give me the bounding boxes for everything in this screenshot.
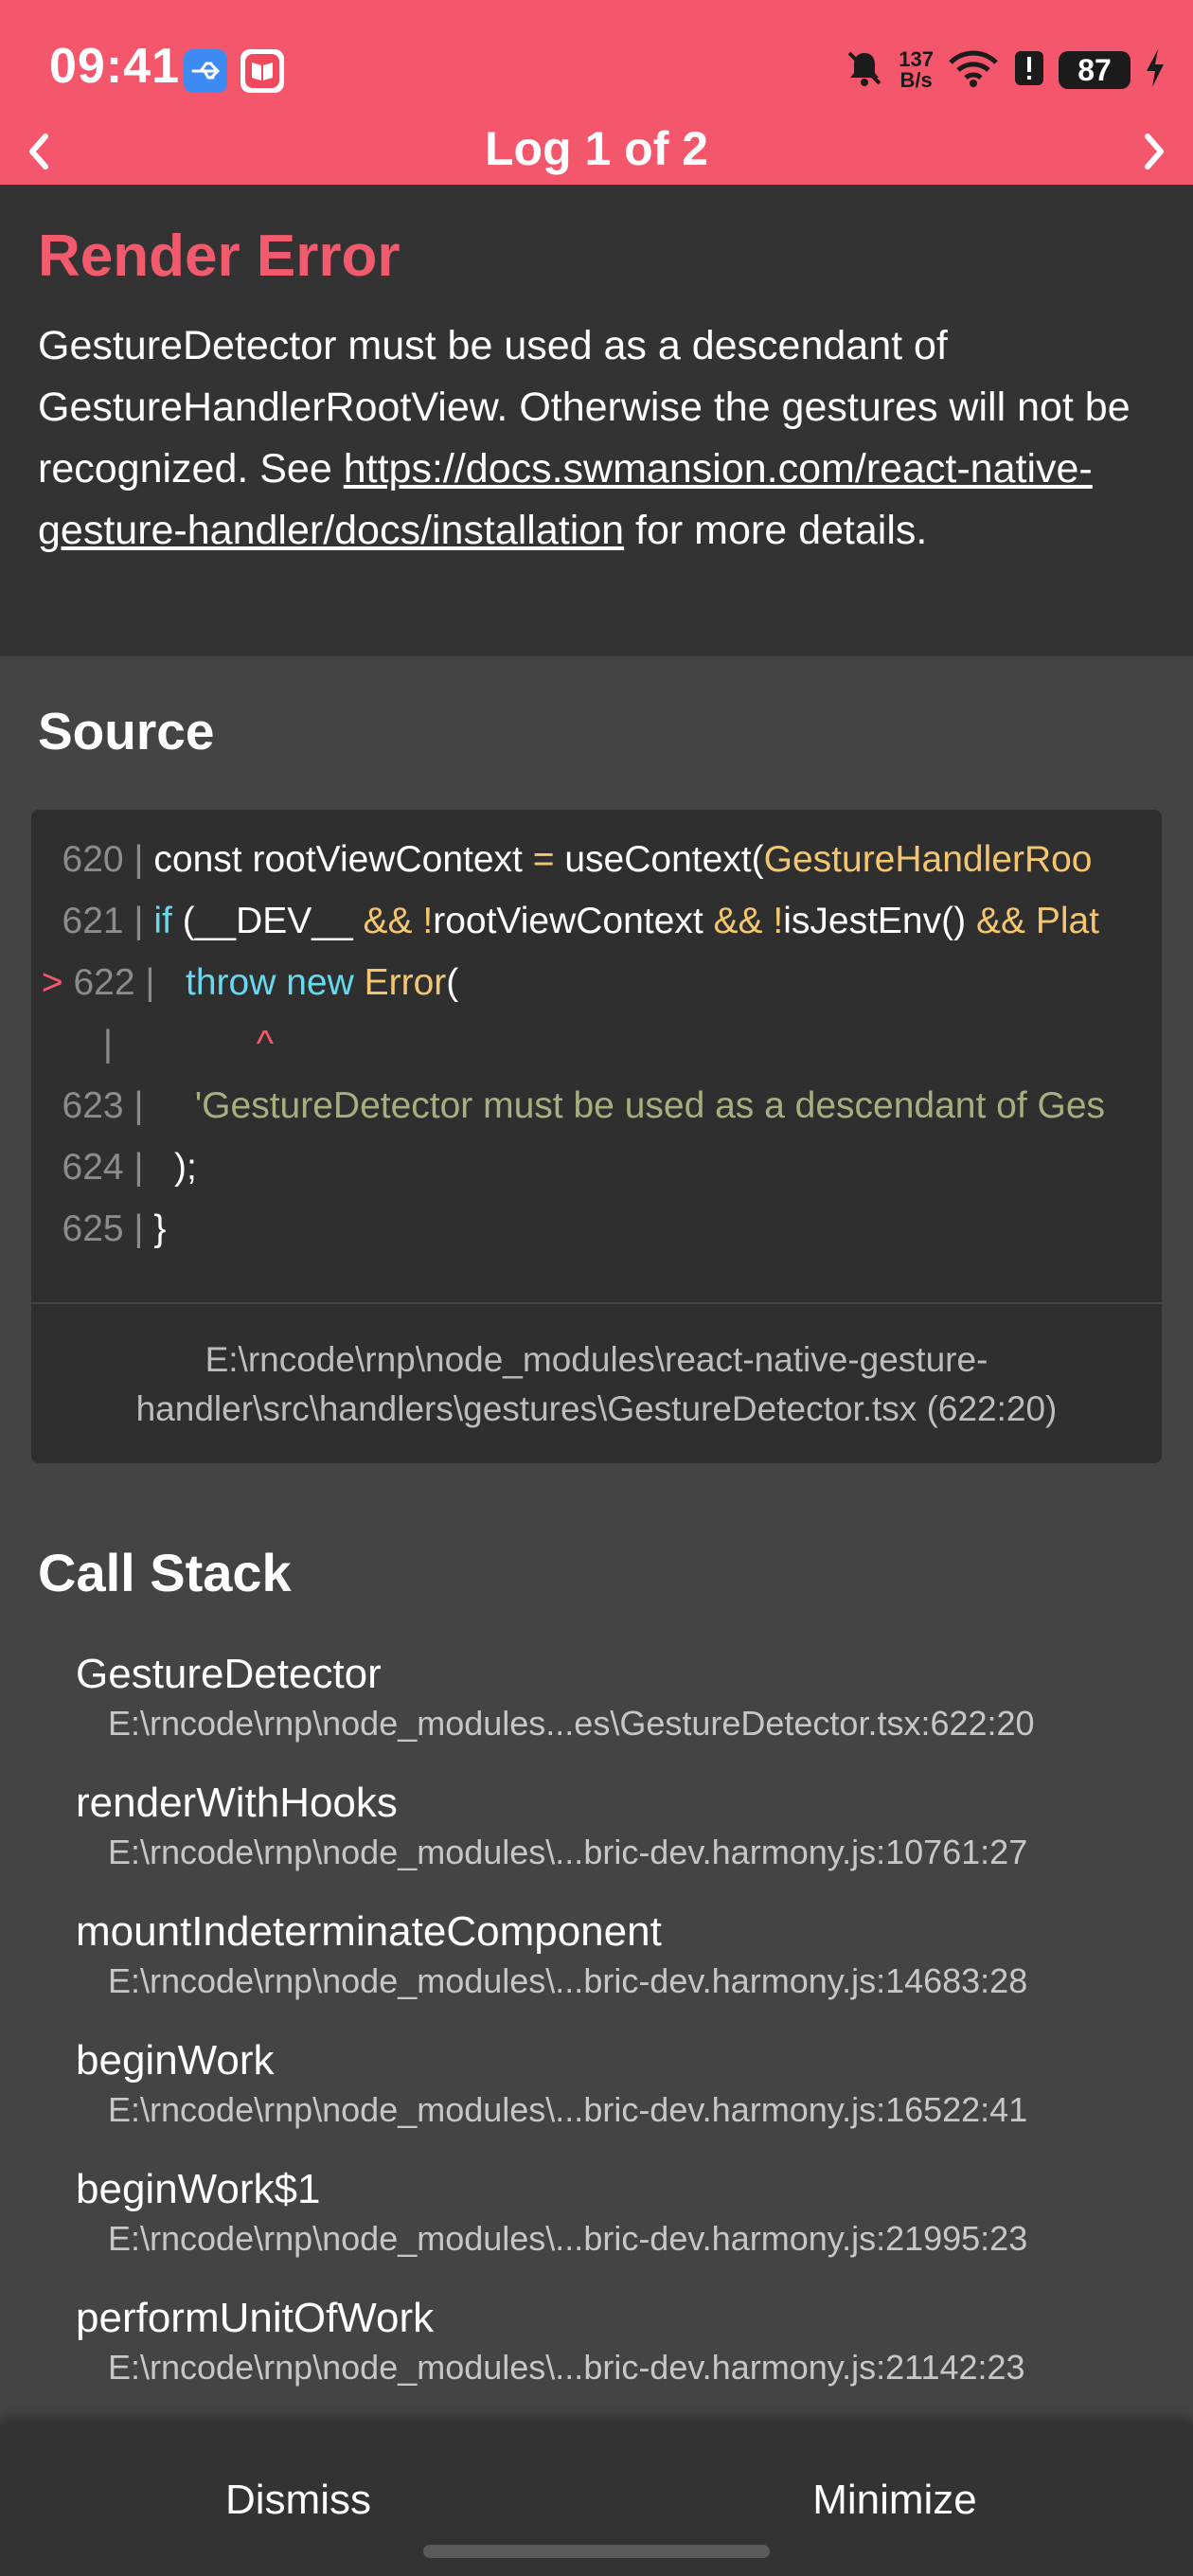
code-token: Error (364, 962, 447, 1003)
usb-icon (184, 49, 227, 93)
code-token: isJestEnv() (783, 901, 976, 941)
code-token: const (153, 839, 253, 880)
error-message: GestureDetector must be used as a descen… (38, 315, 1165, 562)
error-title: Render Error (38, 224, 401, 289)
code-line-number: 620 | (31, 839, 154, 880)
battery-level: 87 (1077, 52, 1112, 87)
code-token: (__DEV__ (182, 901, 364, 941)
code-line-number: 624 | (31, 1147, 154, 1188)
code-token: ! (422, 901, 434, 941)
log-counter-title: Log 1 of 2 (484, 122, 709, 175)
code-line-number: 623 | (31, 1085, 154, 1126)
code-line: | ^ (31, 1013, 1130, 1075)
stack-frame-name: beginWork (76, 2037, 275, 2084)
stack-frame[interactable]: GestureDetector E:\rncode\rnp\node_module… (76, 1648, 1155, 1762)
net-speed-value: 137 (899, 47, 934, 71)
code-token: throw (165, 962, 287, 1003)
stack-frame-name: mountIndeterminateComponent (76, 1908, 662, 1955)
code-token: new (286, 962, 365, 1003)
code-token: = (532, 839, 565, 880)
code-token: ^ (122, 1024, 274, 1064)
stack-frame-name: performUnitOfWork (76, 2295, 435, 2341)
alert-icon (1013, 47, 1045, 94)
error-line-marker: > (31, 962, 74, 1003)
code-line-number: 621 | (31, 901, 154, 941)
stack-frame-name: beginWork$1 (76, 2166, 321, 2212)
code-token: && (713, 901, 774, 941)
call-stack-heading: Call Stack (38, 1543, 292, 1602)
code-line-number: 622 | (73, 962, 166, 1003)
home-indicator[interactable] (423, 2545, 770, 2558)
code-token: ! (773, 901, 784, 941)
code-token: if (153, 901, 183, 941)
stack-frame[interactable]: mountIndeterminateComponent E:\rncode\rnp… (76, 1905, 1155, 2019)
divider (31, 1302, 1162, 1304)
code-token: ); (153, 1147, 197, 1188)
code-line: 625 | } (31, 1198, 1130, 1260)
code-line-number: 625 | (31, 1208, 154, 1249)
stack-frame[interactable]: performUnitOfWork E:\rncode\rnp\node_modu… (76, 2292, 1155, 2406)
code-token: rootViewContext (252, 839, 533, 880)
code-line: 623 | 'GestureDetector must be used as a… (31, 1075, 1130, 1136)
error-header: Render Error GestureDetector must be use… (0, 185, 1193, 656)
status-time: 09:41 (49, 39, 180, 94)
code-token: rootViewContext (433, 901, 714, 941)
code-line: > 622 | throw new Error( (31, 952, 1130, 1013)
code-line: 624 | ); (31, 1136, 1130, 1198)
top-bar: 09:41 137 B/s 87 Log 1 of 2 (0, 0, 1193, 185)
stack-frame-location: E:\rncode\rnp\node_modules\...bric-dev.h… (108, 2348, 1025, 2387)
stack-frame-name: renderWithHooks (76, 1780, 398, 1826)
code-token: && (363, 901, 423, 941)
error-message-suffix: for more details. (624, 508, 928, 553)
code-token: } (153, 1208, 167, 1249)
code-line: 620 | const rootViewContext = useContext… (31, 829, 1130, 890)
next-log-button[interactable] (1125, 123, 1182, 180)
status-icons: 137 B/s 87 (844, 44, 1166, 97)
code-line-number: | (31, 1024, 123, 1064)
stack-frame-location: E:\rncode\rnp\node_modules\...bric-dev.h… (108, 1833, 1028, 1871)
battery-icon: 87 (1059, 51, 1131, 89)
net-speed: 137 B/s (899, 49, 934, 91)
stack-frame[interactable]: renderWithHooks E:\rncode\rnp\node_module… (76, 1777, 1155, 1890)
source-heading: Source (38, 702, 215, 760)
stack-frame[interactable]: beginWork E:\rncode\rnp\node_modules\...b… (76, 2034, 1155, 2148)
net-speed-unit: B/s (899, 68, 933, 92)
book-app-icon (240, 49, 284, 93)
code-line: 621 | if (__DEV__ && !rootViewContext &&… (31, 890, 1130, 952)
code-token: Plat (1035, 901, 1100, 941)
code-frame[interactable]: 620 | const rootViewContext = useContext… (31, 810, 1162, 1463)
code-token: useContext( (564, 839, 764, 880)
code-token: && (975, 901, 1036, 941)
charging-bolt-icon (1144, 47, 1166, 94)
stack-frame-location: E:\rncode\rnp\node_modules\...bric-dev.h… (108, 2090, 1028, 2129)
log-box-screen: 09:41 137 B/s 87 Log 1 of 2 Render Error… (0, 0, 1193, 2576)
code-token: GestureHandlerRoo (763, 839, 1093, 880)
stack-frame-location: E:\rncode\rnp\node_modules\...bric-dev.h… (108, 1961, 1028, 2000)
chevron-right-icon (1145, 134, 1164, 170)
mute-bell-icon (844, 47, 885, 94)
stack-frame-location: E:\rncode\rnp\node_modules\...bric-dev.h… (108, 2219, 1028, 2258)
wifi-icon (947, 47, 1000, 94)
stack-frame-location: E:\rncode\rnp\node_modules...es\GestureD… (108, 1704, 1035, 1743)
source-file-path[interactable]: E:\rncode\rnp\node_modules\react-native-… (31, 1335, 1162, 1434)
code-token: ( (446, 962, 459, 1003)
stack-frame[interactable]: beginWork$1 E:\rncode\rnp\node_modules\..… (76, 2163, 1155, 2277)
code-token: 'GestureDetector must be used as a desce… (153, 1085, 1106, 1126)
stack-frame-name: GestureDetector (76, 1651, 382, 1697)
